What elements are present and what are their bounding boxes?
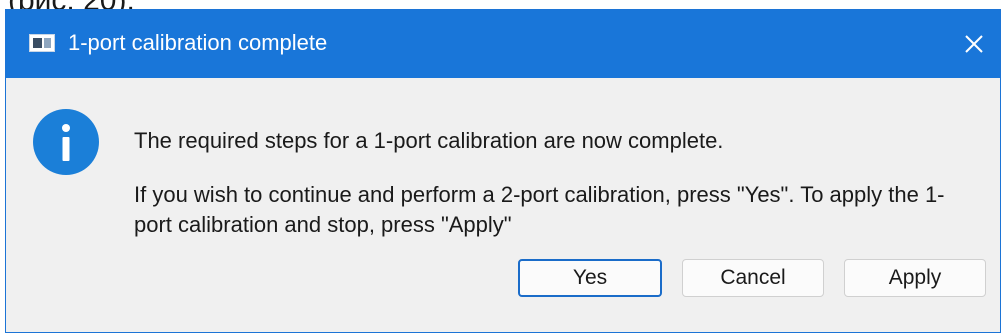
- close-icon: [965, 35, 983, 53]
- title-bar[interactable]: 1-port calibration complete: [6, 10, 1000, 78]
- window-app-icon: [29, 34, 55, 52]
- dialog-title: 1-port calibration complete: [68, 30, 328, 55]
- close-button[interactable]: [956, 26, 992, 62]
- cancel-button[interactable]: Cancel: [682, 259, 824, 297]
- message-line-2: If you wish to continue and perform a 2-…: [134, 182, 945, 237]
- screenshot-stage: (рис. 20). 1-port calibration complete T…: [0, 0, 1002, 335]
- calibration-dialog: 1-port calibration complete The required…: [5, 9, 1001, 333]
- apply-button[interactable]: Apply: [844, 259, 986, 297]
- yes-button[interactable]: Yes: [518, 259, 662, 297]
- info-icon: [33, 109, 99, 175]
- message-line-1: The required steps for a 1-port calibrat…: [134, 128, 724, 153]
